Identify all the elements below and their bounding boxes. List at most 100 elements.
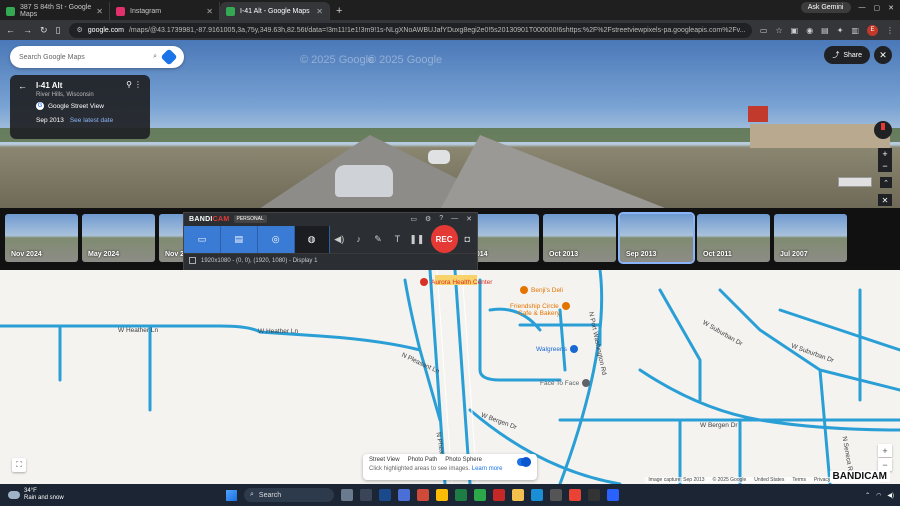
address-bar[interactable]: ⚙ google.com/maps/@43.1739981,-87.916100… (68, 22, 752, 38)
close-tab-icon[interactable]: ✕ (206, 7, 213, 16)
task-view-icon[interactable] (360, 489, 372, 501)
poi-benjis-deli[interactable]: Benji's Deli (520, 286, 563, 294)
store-icon[interactable] (398, 489, 410, 501)
tab-387-s-84th[interactable]: 387 S 84th St - Google Maps ✕ (0, 2, 110, 20)
microphone-icon[interactable]: ♪ (349, 234, 368, 244)
tab-i41-alt[interactable]: I-41 Alt - Google Maps ✕ (220, 2, 330, 20)
poi-aurora-health[interactable]: Aurora Health Center (420, 278, 492, 286)
screen-mode-button[interactable]: ▭ (184, 225, 221, 253)
wifi-icon[interactable]: ◠ (876, 492, 881, 499)
close-tab-icon[interactable]: ✕ (96, 7, 103, 16)
map-zoom-out-button[interactable]: − (878, 458, 892, 471)
app-icon[interactable] (550, 489, 562, 501)
back-icon[interactable]: ← (6, 25, 15, 35)
file-explorer-icon[interactable] (512, 489, 524, 501)
extension-icon[interactable]: ▤ (821, 26, 829, 35)
close-window-icon[interactable]: ✕ (888, 4, 894, 12)
excel-icon[interactable] (455, 489, 467, 501)
collapse-chevron-icon[interactable]: ⌃ (880, 177, 892, 188)
see-latest-date-link[interactable]: See latest date (70, 117, 113, 124)
directions-icon[interactable] (160, 48, 178, 66)
close-tab-icon[interactable]: ✕ (316, 7, 323, 16)
region-checkbox[interactable] (189, 257, 196, 264)
search-icon[interactable]: ⌕ (153, 53, 157, 61)
search-input[interactable]: Search Google Maps (19, 54, 147, 61)
app-icon[interactable] (379, 489, 391, 501)
compass-icon[interactable] (874, 121, 892, 139)
folder-icon[interactable]: ▭ (410, 215, 417, 223)
timeline-thumb[interactable]: May 2024 (82, 214, 155, 262)
layers-thumbnail[interactable] (838, 177, 872, 187)
poi-walgreens[interactable]: Walgreens (536, 345, 578, 353)
text-icon[interactable]: T (388, 234, 407, 244)
terms-link[interactable]: Terms (792, 477, 806, 483)
extension-icon[interactable]: ◉ (806, 26, 813, 35)
bookmark-star-icon[interactable]: ☆ (775, 26, 782, 35)
more-options-icon[interactable]: ⋮ (134, 80, 142, 89)
ask-gemini-button[interactable]: Ask Gemini (800, 2, 851, 13)
minimize-icon[interactable]: — (451, 215, 458, 223)
extensions-puzzle-icon[interactable]: ✦ (837, 26, 844, 35)
tray-chevron-icon[interactable]: ⌃ (865, 492, 870, 499)
bandicam-icon[interactable] (493, 489, 505, 501)
map-pane[interactable]: W Heather Ln W Heather Ln N Pleasant Ln … (0, 270, 900, 484)
expand-map-icon[interactable]: ⛶ (12, 458, 26, 472)
sidebar-icon[interactable]: ▯ (56, 25, 61, 36)
chrome-icon[interactable] (436, 489, 448, 501)
tab-instagram[interactable]: Instagram ✕ (110, 2, 220, 20)
record-button[interactable]: REC (430, 225, 458, 253)
start-button[interactable] (226, 489, 237, 501)
map-zoom-in-button[interactable]: + (878, 444, 892, 457)
help-icon[interactable]: ? (439, 215, 443, 223)
share-button[interactable]: ⤴ Share (824, 46, 870, 64)
edge-icon[interactable] (531, 489, 543, 501)
taskbar-search[interactable]: ⌕ Search (244, 488, 334, 502)
close-street-view-button[interactable]: ✕ (874, 46, 892, 64)
poi-face-to-face[interactable]: Face To Face (540, 379, 591, 387)
minimize-icon[interactable]: — (859, 4, 866, 11)
app-icon[interactable] (474, 489, 486, 501)
location-pin-icon[interactable]: ⚲ (126, 80, 132, 89)
defender-icon[interactable] (607, 489, 619, 501)
timeline-thumb[interactable]: Nov 2024 (5, 214, 78, 262)
volume-icon[interactable]: ◀) (887, 492, 894, 499)
timeline-thumb[interactable]: Oct 2013 (543, 214, 616, 262)
chrome-icon[interactable] (569, 489, 581, 501)
street-view-layer-toggle[interactable] (517, 457, 531, 467)
region-link[interactable]: United States (754, 477, 784, 483)
timeline-thumb[interactable]: Oct 2011 (697, 214, 770, 262)
menu-icon[interactable]: ⋮ (886, 26, 894, 35)
media-player-icon[interactable] (588, 489, 600, 501)
speaker-icon[interactable]: ◀) (330, 234, 349, 245)
pause-icon[interactable]: ❚❚ (407, 234, 426, 245)
zoom-in-button[interactable]: + (878, 148, 892, 160)
cast-icon[interactable]: ▭ (760, 26, 768, 35)
reload-icon[interactable]: ↻ (40, 25, 48, 36)
learn-more-link[interactable]: Learn more (472, 466, 503, 472)
close-icon[interactable]: ✕ (466, 215, 472, 223)
timeline-thumb-selected[interactable]: Sep 2013 (618, 212, 695, 264)
privacy-link[interactable]: Privacy (814, 477, 830, 483)
draw-icon[interactable]: ✎ (368, 234, 387, 245)
settings-icon[interactable]: ⚙ (425, 215, 431, 223)
screenshot-camera-icon[interactable]: ◘ (458, 234, 477, 244)
site-info-icon[interactable]: ⚙ (77, 26, 83, 34)
timeline-thumb[interactable]: Jul 2007 (774, 214, 847, 262)
device-mode-button[interactable]: ▤ (220, 225, 258, 253)
street-view-panorama[interactable]: © 2025 Google © 2025 Google Search Googl… (0, 40, 900, 208)
back-arrow-icon[interactable]: ← (18, 81, 27, 91)
widgets-icon[interactable] (341, 489, 353, 501)
search-box[interactable]: Search Google Maps ⌕ (10, 46, 184, 68)
new-tab-button[interactable]: + (336, 2, 342, 20)
maximize-icon[interactable]: ▢ (874, 4, 881, 12)
split-view-icon[interactable]: ▥ (851, 26, 859, 35)
poi-friendship-circle[interactable]: Friendship Circle (510, 302, 570, 310)
extension-icon[interactable]: ▣ (791, 26, 799, 35)
weather-widget[interactable]: 34°F Rain and snow (0, 488, 64, 502)
app-icon[interactable] (417, 489, 429, 501)
profile-avatar[interactable]: E (867, 24, 878, 36)
game-mode-button[interactable]: ◎ (257, 225, 295, 253)
webcam-toggle[interactable]: ◍ (294, 225, 330, 253)
forward-icon[interactable]: → (23, 25, 32, 35)
zoom-out-button[interactable]: − (878, 160, 892, 172)
